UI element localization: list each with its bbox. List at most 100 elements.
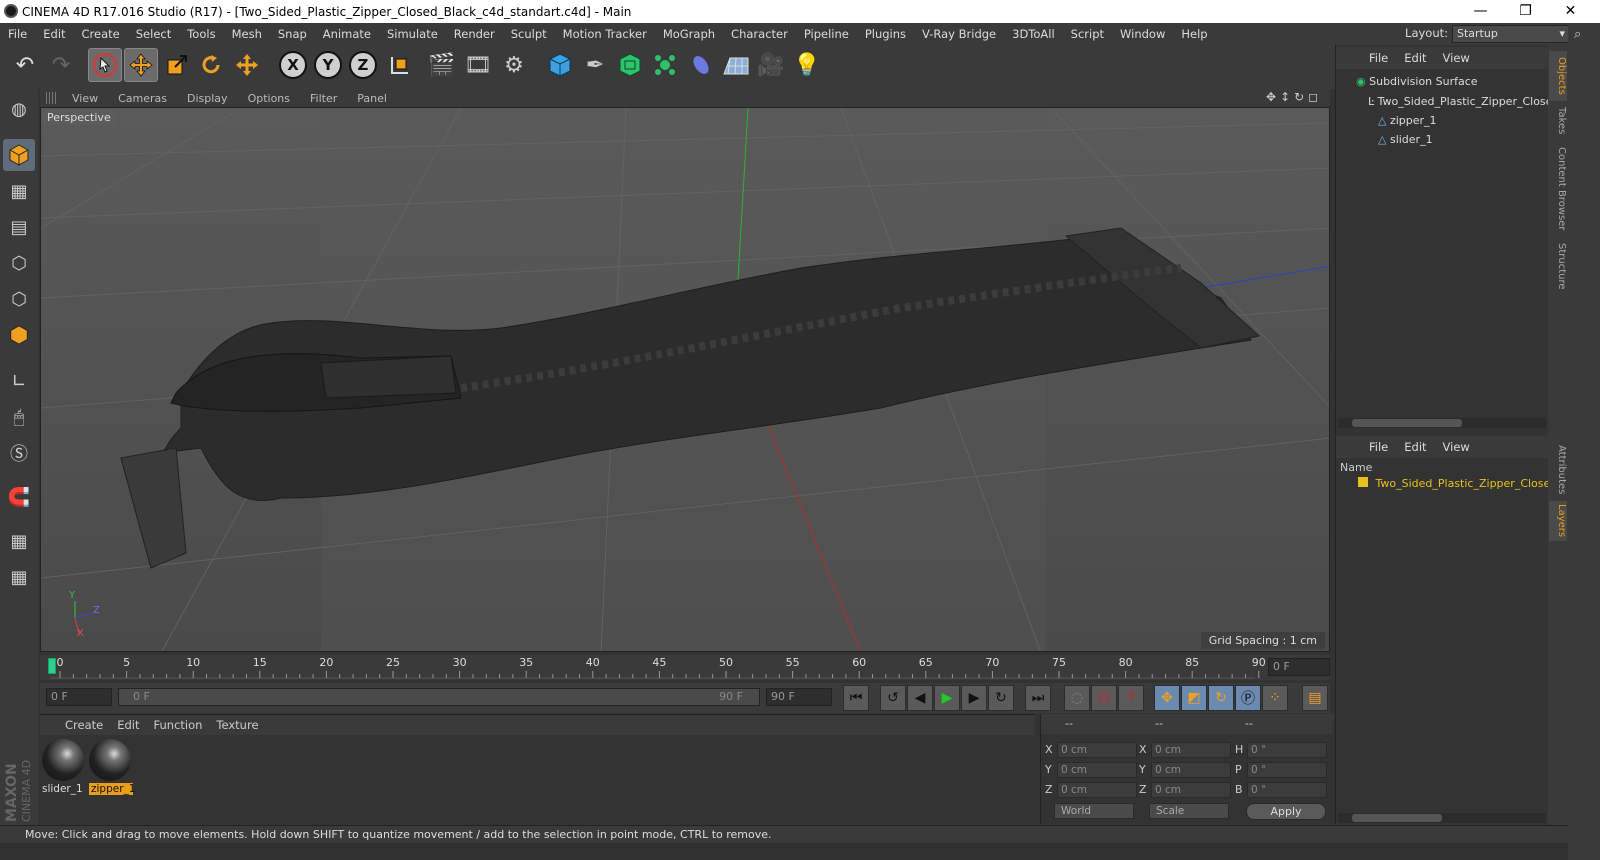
material-swatch-zipper[interactable]: zipper_1	[89, 739, 135, 797]
points-mode-icon[interactable]: ⬡	[3, 247, 35, 279]
floor-environment-icon[interactable]	[719, 48, 753, 82]
menu-item[interactable]: Animate	[315, 23, 379, 45]
menu-item[interactable]: Window	[1112, 23, 1173, 45]
coordinate-value-field[interactable]: 0 cm	[1057, 742, 1137, 758]
menu-item[interactable]: Snap	[270, 23, 315, 45]
rotate-tool-icon[interactable]	[194, 48, 228, 82]
material-menu-item[interactable]: Function	[147, 718, 210, 732]
panel-menu-item[interactable]: File	[1361, 51, 1396, 65]
key-scale-icon[interactable]: ◩	[1181, 685, 1207, 711]
tab-layers[interactable]: Layers	[1549, 501, 1567, 541]
polygons-mode-icon[interactable]	[3, 319, 35, 351]
key-parameter-icon[interactable]: Ⓟ	[1235, 685, 1261, 711]
scheme-settings-icon[interactable]: ▤	[1302, 685, 1328, 711]
tab-attributes[interactable]: Attributes	[1549, 441, 1567, 499]
next-frame-icon[interactable]: ▶	[961, 685, 987, 711]
viewport-menu-item[interactable]: Filter	[300, 92, 347, 105]
go-to-end-icon[interactable]: ⏭	[1025, 685, 1051, 711]
apply-button[interactable]: Apply	[1246, 803, 1326, 820]
menu-item[interactable]: V-Ray Bridge	[914, 23, 1004, 45]
timeline-ruler[interactable]: 0 5 10 15 20 25 30 35 40 45 50 55 60 65 70 75 80 85 90 0 F	[40, 655, 1330, 680]
go-to-start-icon[interactable]: ⏮	[843, 685, 869, 711]
material-menu-item[interactable]: Edit	[110, 718, 146, 732]
menu-item[interactable]: MoGraph	[655, 23, 723, 45]
pen-spline-icon[interactable]: ✒	[578, 48, 612, 82]
menu-item[interactable]: Select	[128, 23, 179, 45]
panel-menu-item[interactable]: View	[1435, 440, 1478, 454]
menu-item[interactable]: 3DToAll	[1004, 23, 1063, 45]
coordinate-value-field[interactable]: 0 °	[1247, 742, 1327, 758]
render-picture-viewer-icon[interactable]: 🎞	[461, 48, 495, 82]
transform-tool-icon[interactable]	[230, 48, 264, 82]
key-position-icon[interactable]: ✥	[1154, 685, 1180, 711]
layer-horizontal-scrollbar[interactable]	[1338, 813, 1546, 823]
tab-objects[interactable]: Objects	[1549, 51, 1567, 101]
viewport-menu-item[interactable]: Display	[177, 92, 238, 105]
coordinate-system-icon[interactable]	[383, 48, 417, 82]
tweak-mode-icon[interactable]: 🖱	[3, 401, 35, 433]
deformer-icon[interactable]	[684, 48, 718, 82]
coordinate-value-field[interactable]: 0 cm	[1151, 762, 1231, 778]
panel-menu-item[interactable]: Edit	[1396, 440, 1434, 454]
y-axis-lock-button[interactable]: Y	[311, 48, 345, 82]
toggle-panel-icon[interactable]: ◻	[1308, 90, 1318, 104]
workplane-mode-icon[interactable]: ▤	[3, 211, 35, 243]
menu-item[interactable]: Sculpt	[503, 23, 555, 45]
preview-range-slider[interactable]: 0 F 90 F	[118, 688, 760, 706]
object-row-zipper[interactable]: △ zipper_1	[1336, 111, 1548, 130]
camera-icon[interactable]: 🎥	[754, 48, 788, 82]
material-swatch-slider[interactable]: slider_1	[42, 739, 86, 797]
coordinate-value-field[interactable]: 0 cm	[1057, 762, 1137, 778]
menu-item[interactable]: Script	[1063, 23, 1112, 45]
autokey-icon[interactable]: ⏻	[1091, 685, 1117, 711]
model-mode-icon[interactable]	[3, 139, 35, 171]
menu-item[interactable]: Motion Tracker	[555, 23, 655, 45]
layout-dropdown[interactable]: Startup	[1452, 25, 1570, 43]
rotate-view-icon[interactable]: ↻	[1294, 90, 1304, 104]
viewport-menu-item[interactable]: Options	[238, 92, 300, 105]
menu-item[interactable]: Plugins	[857, 23, 914, 45]
record-active-icon[interactable]: ◌	[1064, 685, 1090, 711]
solo-mode-icon[interactable]: Ⓢ	[3, 437, 35, 469]
coordinate-mode-dropdown[interactable]: World	[1054, 803, 1134, 819]
cloner-icon[interactable]	[648, 48, 682, 82]
tab-takes[interactable]: Takes	[1549, 103, 1567, 139]
coordinate-value-field[interactable]: 0 cm	[1057, 782, 1137, 798]
live-selection-icon[interactable]	[88, 48, 122, 82]
move-tool-icon[interactable]	[124, 48, 158, 82]
quantize-icon[interactable]: ▦	[3, 561, 35, 593]
minimize-button[interactable]: —	[1458, 0, 1503, 23]
scrollbar-thumb[interactable]	[1352, 814, 1442, 822]
snap-magnet-icon[interactable]: 🧲	[3, 481, 35, 513]
x-axis-lock-button[interactable]: X	[276, 48, 310, 82]
menu-item[interactable]: Simulate	[379, 23, 446, 45]
previous-frame-icon[interactable]: ◀	[907, 685, 933, 711]
camera-label[interactable]: Perspective	[43, 110, 115, 125]
panel-menu-item[interactable]: File	[1361, 440, 1396, 454]
workplane-lock-icon[interactable]: ▦	[3, 525, 35, 557]
restore-button[interactable]: ❐	[1503, 0, 1548, 23]
axis-mode-icon[interactable]: ∟	[3, 365, 35, 397]
render-view-icon[interactable]: 🎬	[425, 48, 459, 82]
menu-item[interactable]: Pipeline	[796, 23, 857, 45]
object-row-zipper-null[interactable]: Ŀ Two_Sided_Plastic_Zipper_Closed	[1336, 92, 1548, 111]
menu-item[interactable]: Character	[723, 23, 796, 45]
light-icon[interactable]: 💡	[790, 48, 824, 82]
panel-menu-item[interactable]: Edit	[1396, 51, 1434, 65]
play-forward-icon[interactable]: ▶	[934, 685, 960, 711]
menu-item[interactable]: File	[0, 23, 35, 45]
scale-tool-icon[interactable]	[160, 48, 194, 82]
make-editable-icon[interactable]: ◍	[3, 93, 35, 125]
keyframe-selection-icon[interactable]: ?	[1118, 685, 1144, 711]
undo-icon[interactable]: ↶	[8, 48, 42, 82]
viewport-menu-item[interactable]: Cameras	[108, 92, 177, 105]
coordinate-value-field[interactable]: 0 cm	[1151, 742, 1231, 758]
3d-viewport[interactable]: Y Z X Perspective Grid Spacing : 1 cm	[40, 107, 1330, 652]
object-horizontal-scrollbar[interactable]	[1338, 418, 1546, 428]
zoom-view-icon[interactable]: ↕	[1280, 90, 1290, 104]
pan-view-icon[interactable]: ✥	[1266, 90, 1276, 104]
panel-menu-item[interactable]: View	[1435, 51, 1478, 65]
render-settings-icon[interactable]: ⚙	[497, 48, 531, 82]
coordinate-value-field[interactable]: 0 cm	[1151, 782, 1231, 798]
key-rotation-icon[interactable]: ↻	[1208, 685, 1234, 711]
